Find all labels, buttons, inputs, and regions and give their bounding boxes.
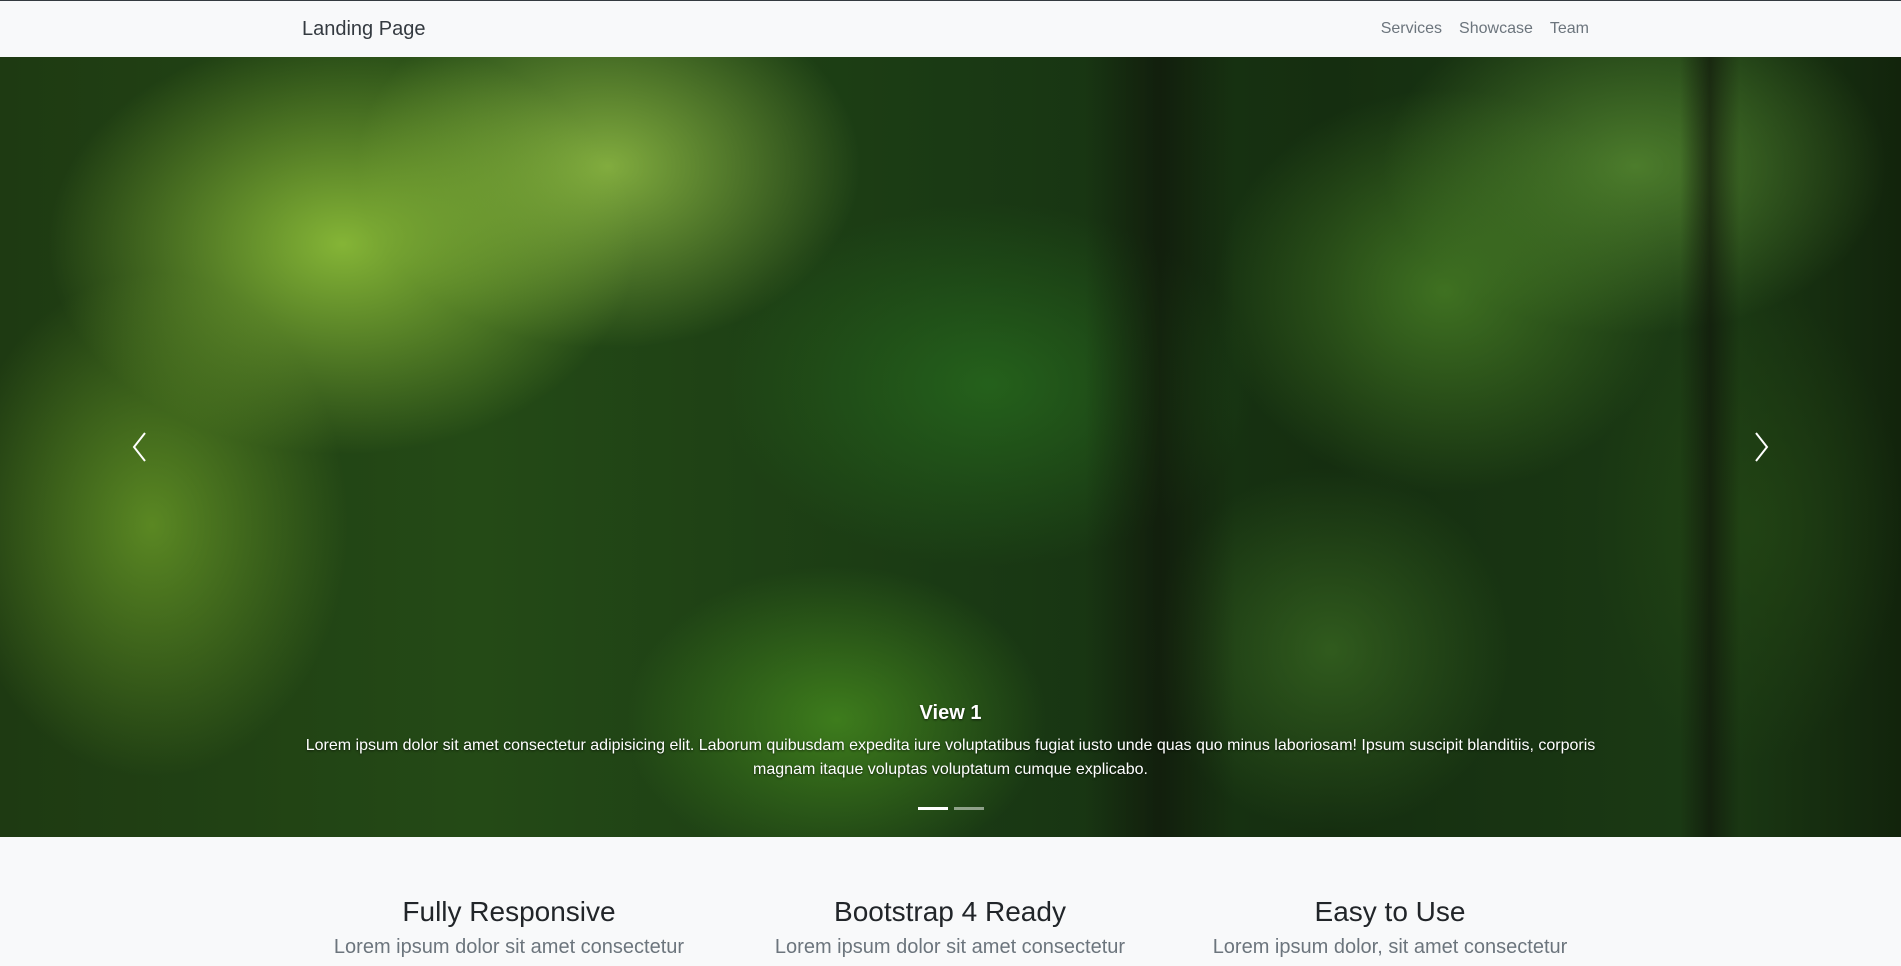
feature-title: Bootstrap 4 Ready [834,896,1066,927]
carousel-indicator-1[interactable] [917,807,948,810]
carousel-prev-button[interactable] [0,57,280,837]
feature-bootstrap-ready: Bootstrap 4 Ready Lorem ipsum dolor sit … [730,896,1170,959]
caption-title: View 1 [919,702,982,724]
carousel-next-button[interactable] [1621,57,1901,837]
nav-link-team[interactable]: Team [1550,20,1589,38]
feature-title: Fully Responsive [402,896,616,927]
carousel-indicator-2[interactable] [953,807,984,810]
carousel-caption: View 1 Lorem ipsum dolor sit amet consec… [290,702,1611,782]
feature-fully-responsive: Fully Responsive Lorem ipsum dolor sit a… [289,896,729,959]
caption-text: Lorem ipsum dolor sit amet consectetur a… [305,737,1596,778]
nav-link-showcase[interactable]: Showcase [1459,20,1533,38]
feature-text: Lorem ipsum dolor sit amet consectetur [774,936,1126,958]
features-section: Fully Responsive Lorem ipsum dolor sit a… [0,837,1901,966]
navbar: Landing Page Services Showcase Team [0,0,1901,57]
nav-links: Services Showcase Team [1381,20,1589,38]
nav-link-services[interactable]: Services [1381,20,1442,38]
carousel-indicators [0,807,1901,810]
chevron-left-icon [132,432,146,462]
feature-text: Lorem ipsum dolor, sit amet consectetur [1212,936,1568,958]
chevron-right-icon [1755,432,1769,462]
feature-text: Lorem ipsum dolor sit amet consectetur [333,936,685,958]
feature-title: Easy to Use [1314,896,1466,927]
hero-carousel: View 1 Lorem ipsum dolor sit amet consec… [0,57,1901,837]
feature-easy-to-use: Easy to Use Lorem ipsum dolor, sit amet … [1170,896,1610,959]
brand-link[interactable]: Landing Page [302,18,425,41]
